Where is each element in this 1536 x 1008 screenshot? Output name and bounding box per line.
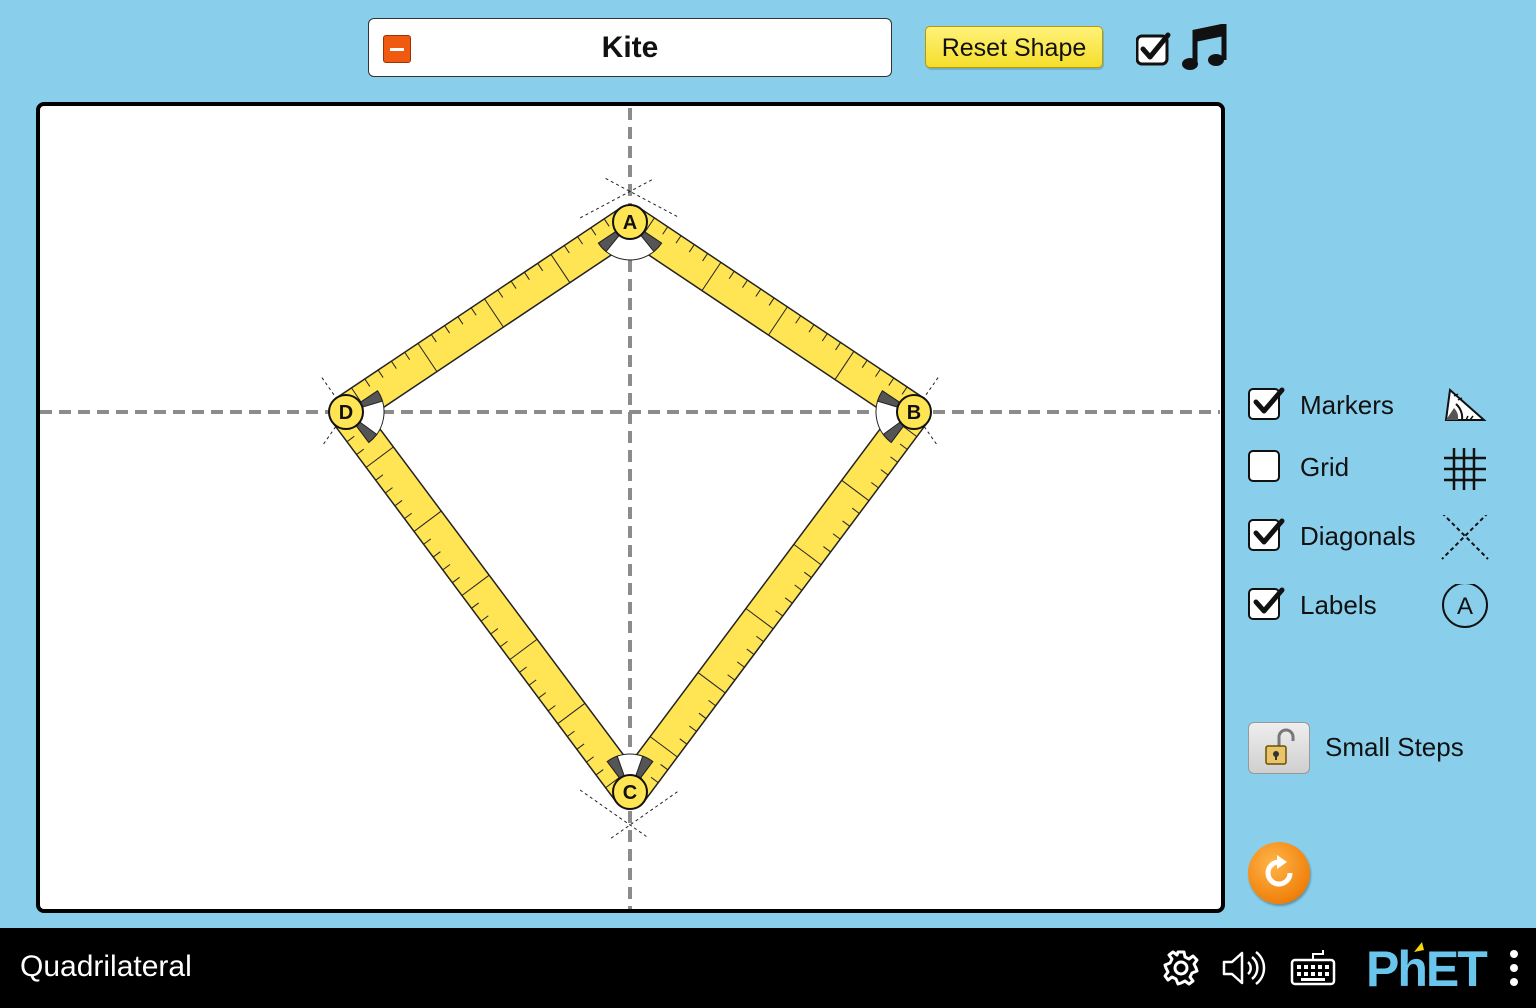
play-area[interactable]: A B C D	[36, 102, 1225, 913]
vertex-a[interactable]: A	[612, 204, 648, 240]
shape-name-panel: Kite	[368, 18, 892, 77]
labels-label: Labels	[1300, 590, 1377, 620]
sound-checkbox[interactable]	[1135, 32, 1172, 71]
markers-checkbox[interactable]	[1248, 387, 1285, 420]
side-da[interactable]	[335, 206, 641, 428]
more-menu-icon[interactable]	[1506, 948, 1522, 993]
labels-icon: A	[1440, 582, 1490, 635]
diagonals-checkbox[interactable]	[1248, 518, 1285, 551]
markers-icon	[1440, 384, 1490, 429]
reset-icon	[1265, 855, 1293, 887]
speaker-icon[interactable]	[1221, 948, 1267, 993]
vertex-b[interactable]: B	[896, 394, 932, 430]
reset-shape-button[interactable]: Reset Shape	[925, 26, 1103, 68]
quadrilateral-canvas[interactable]: A B C D	[36, 102, 1225, 913]
grid-label: Grid	[1300, 452, 1350, 482]
small-steps-button[interactable]	[1248, 722, 1310, 774]
side-ab[interactable]	[619, 206, 925, 428]
vertex-label: A	[623, 212, 637, 234]
vertex-label: B	[907, 402, 921, 424]
phet-logo[interactable]: PhET	[1366, 938, 1496, 1003]
vertex-label: D	[339, 402, 353, 424]
sim-title[interactable]: Quadrilateral	[20, 950, 192, 984]
shape-name: Kite	[601, 31, 659, 64]
vertex-d[interactable]: D	[328, 394, 364, 430]
quadrilateral-sides[interactable]	[331, 206, 929, 804]
grid-icon	[1440, 446, 1490, 497]
lock-open-icon	[1265, 728, 1295, 765]
vertex-label: C	[623, 782, 637, 804]
markers-label: Markers	[1300, 390, 1394, 420]
phet-logo-text: PhET	[1366, 941, 1487, 997]
music-note-icon	[1180, 22, 1228, 77]
small-steps-label: Small Steps	[1325, 732, 1464, 762]
gear-icon[interactable]	[1161, 948, 1201, 993]
grid-checkbox[interactable]	[1248, 450, 1280, 482]
vertex-c[interactable]: C	[612, 774, 648, 810]
reset-all-button[interactable]	[1248, 842, 1310, 904]
labels-icon-text: A	[1457, 593, 1473, 620]
side-bc[interactable]	[615, 400, 929, 804]
diagonals-label: Diagonals	[1300, 521, 1416, 551]
keyboard-icon[interactable]	[1290, 948, 1336, 993]
navigation-bar: Quadrilateral PhET	[0, 928, 1536, 1008]
side-cd[interactable]	[331, 400, 645, 804]
diagonals-icon	[1440, 512, 1490, 566]
labels-checkbox[interactable]	[1248, 587, 1285, 620]
